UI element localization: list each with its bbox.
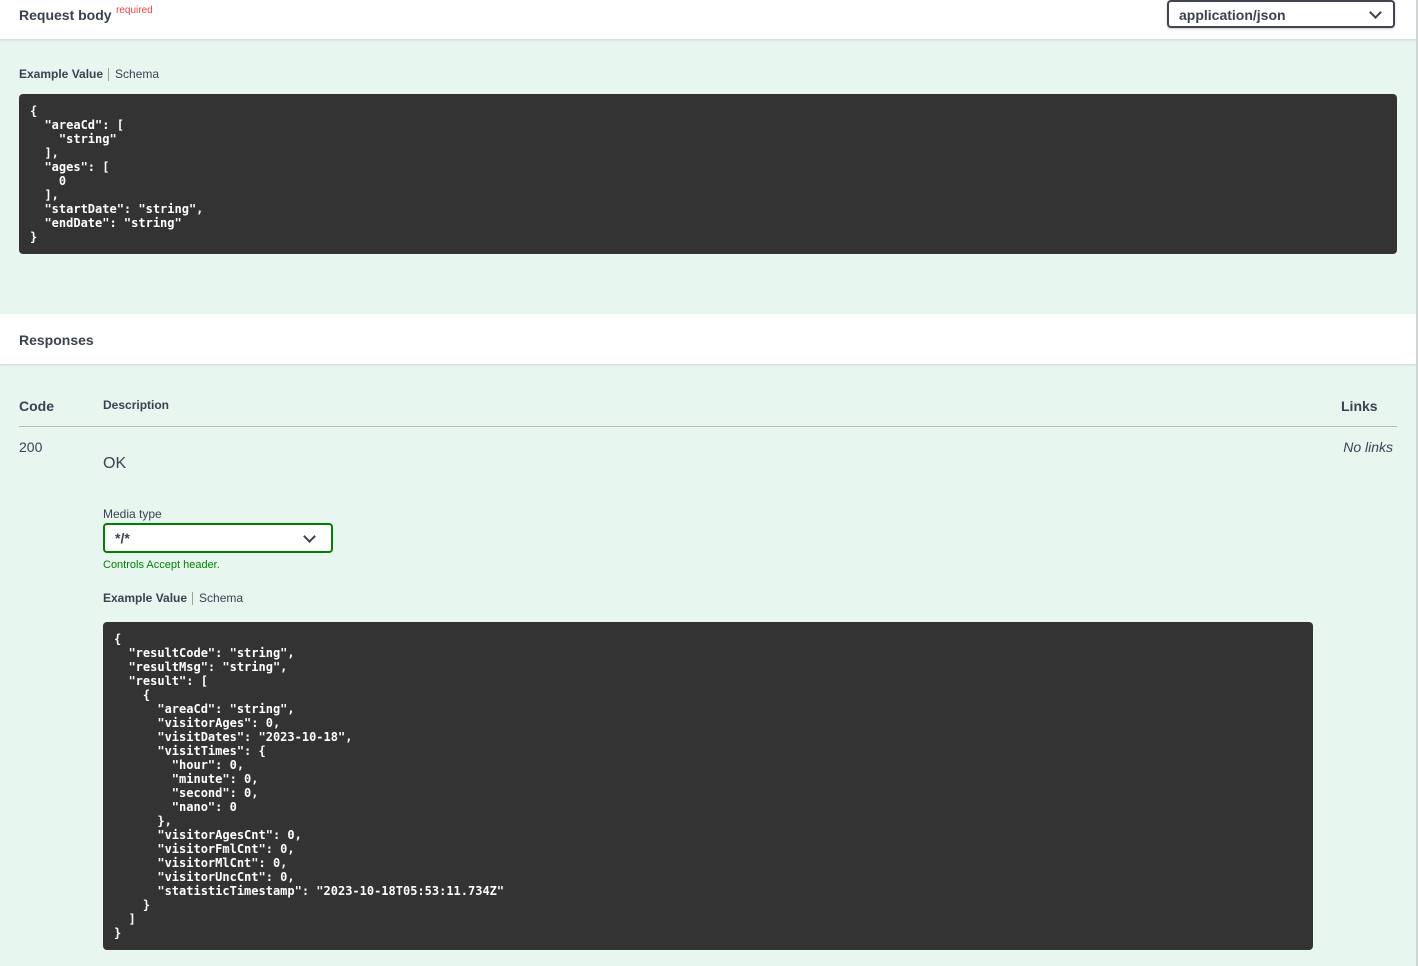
swagger-operation-panel: Request body required application/json E… bbox=[0, 0, 1418, 966]
responses-title: Responses bbox=[19, 332, 94, 348]
response-code: 200 bbox=[19, 439, 43, 455]
tab-example-value[interactable]: Example Value bbox=[19, 67, 103, 81]
chevron-down-icon bbox=[303, 530, 316, 543]
response-description: OK bbox=[103, 455, 127, 472]
media-type-label: Media type bbox=[103, 507, 162, 521]
request-example-tabs: Example Value Schema bbox=[19, 67, 159, 82]
content-type-select[interactable]: application/json bbox=[1167, 0, 1395, 28]
column-description: Description bbox=[103, 398, 170, 412]
chevron-down-icon bbox=[1369, 6, 1382, 19]
media-type-value: */* bbox=[115, 530, 130, 546]
column-code: Code bbox=[19, 398, 54, 414]
table-divider bbox=[19, 426, 1397, 427]
tab-divider bbox=[192, 592, 194, 606]
media-type-select[interactable]: */* bbox=[103, 523, 333, 553]
tab-schema[interactable]: Schema bbox=[199, 591, 243, 605]
tab-divider bbox=[108, 68, 110, 82]
response-links: No links bbox=[1343, 439, 1393, 455]
request-body-title: Request body bbox=[19, 7, 112, 23]
response-example-code: { "resultCode": "string", "resultMsg": "… bbox=[103, 622, 1313, 950]
media-type-hint: Controls Accept header. bbox=[103, 559, 220, 571]
responses-header: Responses bbox=[0, 314, 1416, 365]
tab-example-value[interactable]: Example Value bbox=[103, 591, 187, 605]
response-example-tabs: Example Value Schema bbox=[103, 591, 243, 606]
content-type-value: application/json bbox=[1179, 7, 1286, 23]
required-marker: required bbox=[116, 5, 153, 16]
column-links: Links bbox=[1341, 398, 1378, 414]
request-body-header: Request body required application/json bbox=[0, 0, 1416, 40]
request-example-code: { "areaCd": [ "string" ], "ages": [ 0 ],… bbox=[19, 94, 1397, 254]
tab-schema[interactable]: Schema bbox=[115, 67, 159, 81]
